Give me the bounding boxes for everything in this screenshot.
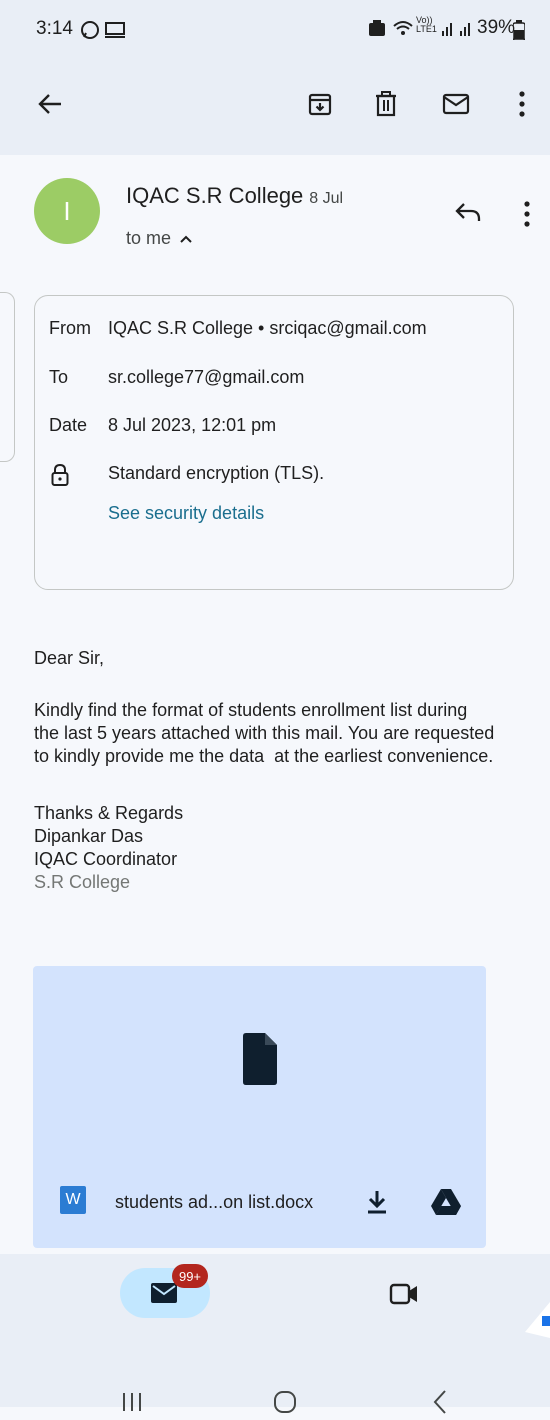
from-value: IQAC S.R College • srciqac@gmail.com [108, 318, 427, 338]
signature-line-2: Dipankar Das [34, 826, 144, 846]
signature-line-1: Thanks & Regards [34, 803, 184, 823]
chevron-up-icon [180, 235, 192, 243]
battery-percent: 39% [477, 17, 516, 38]
email-date-short: 8 Jul [309, 190, 344, 207]
security-details-link[interactable]: See security details [108, 503, 264, 524]
recent-apps-icon[interactable] [112, 1384, 152, 1420]
attachment-file-name[interactable]: students ad...on list.docx [115, 1192, 313, 1213]
archive-icon[interactable] [300, 84, 340, 124]
whatsapp-icon [80, 20, 100, 40]
notification-icon [368, 20, 388, 38]
volte-indicator: Vo)) LTE1 [416, 15, 437, 34]
body-line-1: Kindly find the format of students enrol… [34, 700, 468, 720]
wifi-icon [392, 18, 414, 38]
download-icon[interactable] [360, 1182, 394, 1222]
signal-icon [440, 18, 476, 38]
screen-cast-icon [104, 21, 126, 39]
meet-video-icon[interactable] [384, 1274, 424, 1314]
delete-icon[interactable] [366, 84, 406, 124]
battery-icon [513, 20, 525, 40]
sender-name: IQAC S.R College 8 Jul [126, 183, 343, 209]
back-arrow-icon[interactable] [30, 84, 70, 124]
status-time: 3:14 [36, 18, 73, 39]
date-label: Date [49, 415, 88, 435]
mail-icon [150, 1282, 178, 1304]
lock-icon [51, 464, 69, 486]
reply-icon[interactable] [448, 192, 488, 232]
system-back-icon[interactable] [420, 1384, 460, 1420]
message-more-icon[interactable] [512, 194, 542, 234]
signature-line-3: IQAC Coordinator [34, 849, 178, 869]
sender-avatar[interactable]: I [34, 178, 100, 244]
bottom-navigation [0, 1254, 550, 1342]
word-file-icon: W [60, 1186, 86, 1214]
save-to-drive-icon[interactable] [428, 1182, 464, 1222]
message-details-card [34, 295, 514, 590]
home-icon[interactable] [265, 1384, 305, 1420]
to-value: sr.college77@gmail.com [108, 367, 305, 387]
encryption-text: Standard encryption (TLS). [108, 463, 325, 483]
body-line-3: to kindly provide me the data at the ear… [34, 746, 494, 766]
mark-unread-icon[interactable] [436, 84, 476, 124]
from-label: From [49, 318, 91, 338]
date-value: 8 Jul 2023, 12:01 pm [108, 415, 277, 435]
sender-name-text: IQAC S.R College [126, 183, 304, 208]
recipient-summary: to me [126, 228, 172, 248]
document-icon [243, 1033, 277, 1085]
floating-compose-edge[interactable] [525, 1302, 550, 1338]
signature-line-4: S.R College [34, 872, 131, 892]
recipient-toggle[interactable]: to me [126, 228, 193, 249]
body-greeting: Dear Sir, [34, 648, 105, 668]
more-options-icon[interactable] [505, 84, 539, 124]
body-line-2: the last 5 years attached with this mail… [34, 723, 495, 743]
mail-unread-badge: 99+ [172, 1264, 208, 1288]
to-label: To [49, 367, 69, 387]
previous-card-edge [0, 292, 15, 462]
